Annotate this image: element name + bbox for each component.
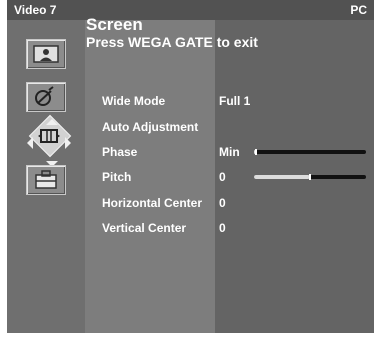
horizontal-center-value: 0: [219, 196, 226, 210]
auto-adjustment-label: Auto Adjustment: [102, 120, 199, 134]
menu-title: Screen: [86, 15, 143, 34]
pitch-slider-knob: [309, 174, 311, 180]
screen-icon-selector[interactable]: [24, 114, 74, 167]
pitch-slider[interactable]: [254, 174, 366, 180]
input-label: Video 7: [14, 3, 57, 17]
pitch-value: 0: [219, 170, 226, 184]
menu-header: Screen Press WEGA GATE to exit: [86, 16, 258, 49]
sound-icon-button[interactable]: [26, 82, 66, 112]
phase-value: Min: [219, 145, 240, 159]
phase-slider[interactable]: [254, 149, 366, 155]
pitch-label: Pitch: [102, 170, 132, 184]
setup-icon: [35, 170, 57, 189]
mode-label: PC: [350, 3, 367, 17]
phase-label: Phase: [102, 145, 138, 159]
tv-menu-frame: Video 7 PC Screen Press WEGA GATE to exi…: [0, 0, 378, 339]
picture-icon-button[interactable]: [26, 39, 66, 69]
pitch-slider-fill: [254, 175, 310, 179]
phase-slider-knob: [255, 149, 257, 155]
horizontal-center-label: Horizontal Center: [102, 196, 203, 210]
wide-mode-value: Full 1: [219, 94, 251, 108]
screen-icon: [38, 129, 60, 143]
vertical-center-value: 0: [219, 221, 226, 235]
menu-subtitle: Press WEGA GATE to exit: [86, 34, 258, 50]
setup-icon-button[interactable]: [26, 165, 66, 195]
picture-icon: [33, 45, 59, 63]
vertical-center-label: Vertical Center: [102, 221, 187, 235]
sound-icon: [35, 86, 54, 106]
wide-mode-label: Wide Mode: [102, 94, 166, 108]
